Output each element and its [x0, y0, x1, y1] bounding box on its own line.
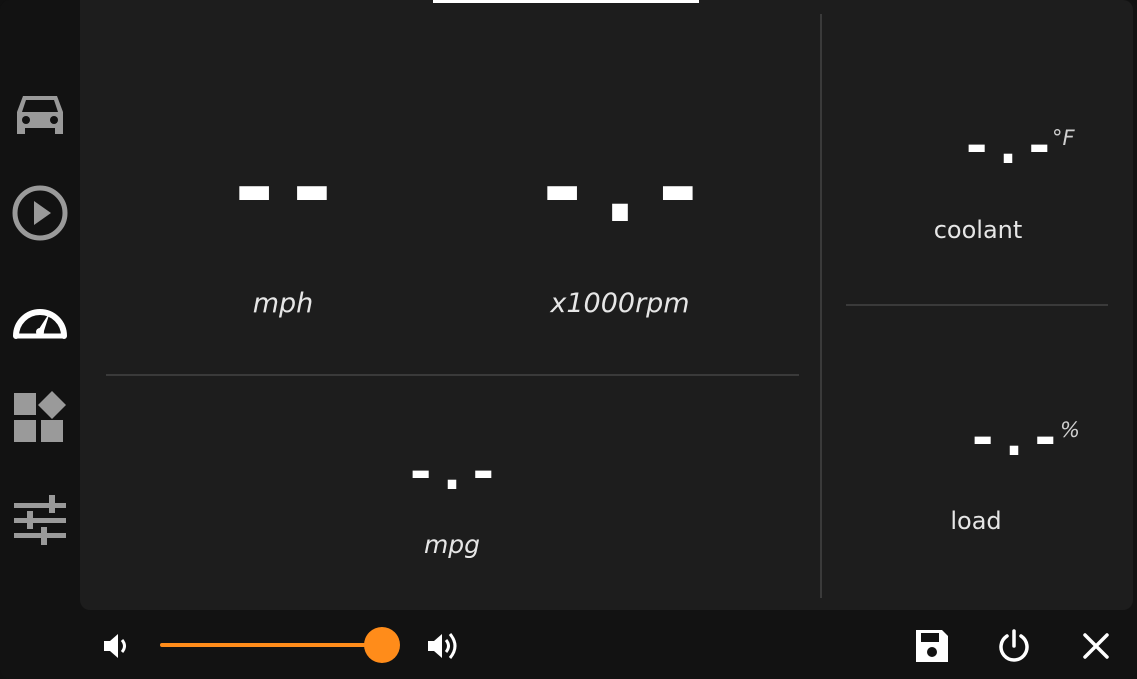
speedometer-icon — [13, 309, 67, 339]
close-icon — [1083, 633, 1109, 659]
mpg-value: -.- — [405, 442, 499, 502]
app-window: -- mph -.- x1000rpm -.- mpg -.- °F coola… — [0, 0, 1137, 679]
car-icon — [17, 96, 63, 134]
play-circle-icon — [12, 185, 68, 241]
close-button[interactable] — [1074, 624, 1118, 668]
speed-unit-label: mph — [252, 288, 314, 319]
volume-down-icon — [104, 634, 126, 658]
load-label: load — [950, 507, 1002, 535]
sidebar-item-car[interactable] — [0, 80, 80, 150]
vertical-divider — [820, 14, 822, 598]
power-button[interactable] — [992, 624, 1036, 668]
volume-down-button[interactable] — [96, 626, 136, 666]
volume-slider-thumb[interactable] — [364, 627, 400, 663]
load-value: -.- — [967, 408, 1061, 468]
sidebar-item-media[interactable] — [0, 178, 80, 248]
volume-slider-track[interactable] — [160, 643, 382, 647]
rpm-value: -.- — [533, 132, 707, 244]
sidebar — [0, 0, 80, 610]
load-unit: % — [1060, 418, 1080, 442]
coolant-value: -.- — [961, 116, 1055, 176]
power-icon — [999, 629, 1029, 662]
sidebar-item-dashboard[interactable] — [0, 283, 80, 353]
save-icon — [916, 630, 948, 662]
save-button[interactable] — [910, 624, 954, 668]
volume-up-button[interactable] — [424, 626, 464, 666]
coolant-label: coolant — [933, 216, 1023, 244]
coolant-unit: °F — [1052, 126, 1075, 150]
speed-value: -- — [225, 132, 341, 244]
sliders-icon — [14, 495, 66, 545]
page-indicator — [433, 0, 699, 3]
widgets-icon — [14, 391, 66, 442]
mpg-unit-label: mpg — [423, 530, 481, 559]
dashboard-panel: -- mph -.- x1000rpm -.- mpg -.- °F coola… — [80, 0, 1133, 610]
horizontal-divider-left — [106, 374, 799, 376]
sidebar-item-settings[interactable] — [0, 485, 80, 555]
horizontal-divider-right — [846, 304, 1108, 306]
volume-up-icon — [428, 633, 457, 659]
rpm-unit-label: x1000rpm — [550, 288, 690, 319]
sidebar-item-apps[interactable] — [0, 382, 80, 452]
bottom-bar — [80, 610, 1137, 679]
